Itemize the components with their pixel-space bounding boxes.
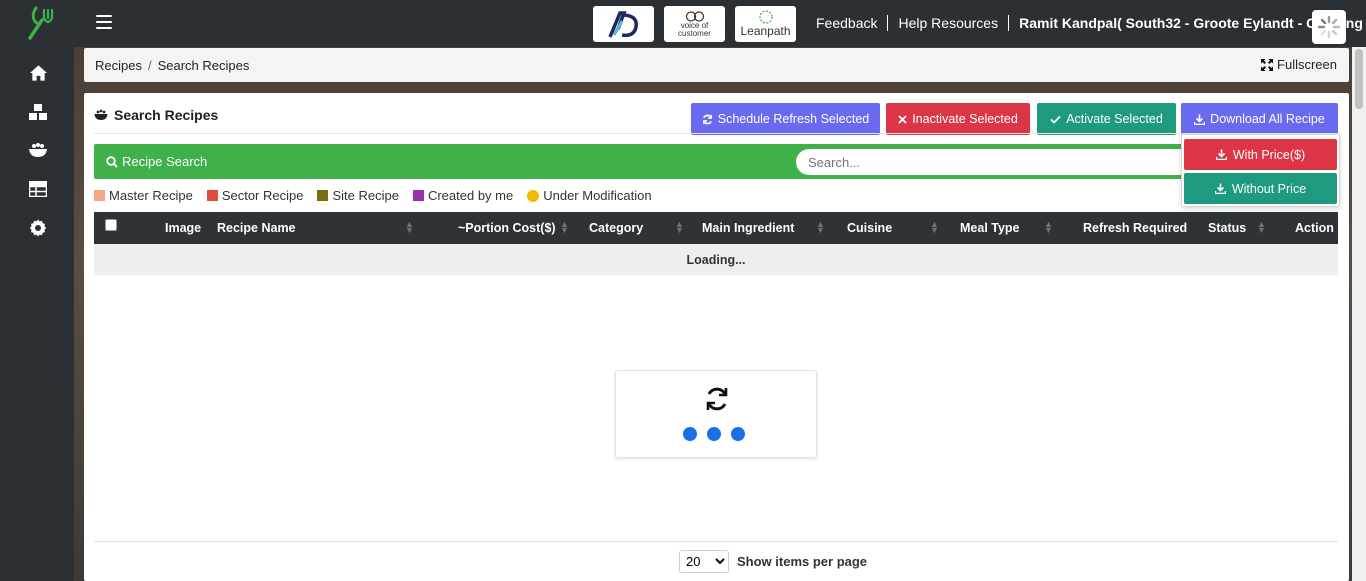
divider [1008, 15, 1010, 31]
download-all-recipe-button[interactable]: Download All Recipe [1181, 103, 1338, 135]
feedback-link[interactable]: Feedback [816, 15, 877, 31]
loading-dot [707, 427, 721, 441]
legend-label: Under Modification [543, 188, 652, 203]
divider [887, 15, 889, 31]
breadcrumb-recipes[interactable]: Recipes [95, 58, 142, 73]
legend-label: Site Recipe [332, 188, 399, 203]
recipe-legend: Master Recipe Sector Recipe Site Recipe … [94, 188, 666, 203]
header-links: Feedback Help Resources Ramit Kandpal( S… [816, 15, 1366, 31]
loading-dot [731, 427, 745, 441]
column-refresh-required: Refresh Required [1083, 221, 1188, 235]
pagination: 20 Show items per page [679, 550, 867, 573]
sort-icon[interactable]: ▲ ▼ [675, 220, 684, 235]
download-icon [1214, 183, 1226, 194]
column-main-ingredient[interactable]: Main Ingredient [702, 221, 794, 235]
with-price-label: With Price($) [1232, 147, 1306, 162]
refresh-icon [702, 114, 712, 124]
fullscreen-button[interactable]: Fullscreen [1261, 57, 1337, 72]
download-with-price-item[interactable]: With Price($) [1184, 139, 1337, 170]
sort-icon[interactable]: ▲ ▼ [930, 220, 939, 235]
page-title-text: Search Recipes [114, 107, 219, 123]
breadcrumb-current: Search Recipes [157, 57, 250, 73]
search-input[interactable] [796, 149, 1196, 175]
column-category[interactable]: Category [589, 221, 643, 235]
inactivate-label: Inactivate Selected [912, 112, 1018, 126]
legend-under-modification: Under Modification [527, 188, 652, 203]
table-loading-row: Loading... [94, 244, 1338, 275]
sort-icon[interactable]: ▲ ▼ [560, 220, 569, 235]
search-icon [106, 155, 118, 168]
legend-label: Created by me [427, 188, 514, 203]
legend-site-recipe: Site Recipe [317, 188, 399, 203]
bowl-icon[interactable] [26, 138, 50, 162]
page-scrollbar[interactable] [1352, 47, 1366, 581]
legend-master-recipe: Master Recipe [94, 188, 193, 203]
sync-icon [706, 387, 728, 411]
divider [94, 541, 1338, 542]
activate-selected-button[interactable]: Activate Selected [1037, 103, 1176, 135]
divider [94, 133, 1338, 134]
schedule-refresh-label: Schedule Refresh Selected [717, 112, 870, 126]
voice-of-customer-logo[interactable]: voice of customer [664, 6, 725, 42]
sort-icon[interactable]: ▲ ▼ [1044, 220, 1053, 235]
help-resources-link[interactable]: Help Resources [898, 15, 998, 31]
download-dropdown-menu: With Price($) Without Price [1181, 134, 1340, 207]
select-all-checkbox[interactable] [105, 219, 117, 231]
sort-icon[interactable]: ▲ ▼ [405, 220, 414, 235]
loading-overlay [615, 370, 817, 458]
sidebar [0, 0, 74, 581]
download-without-price-item[interactable]: Without Price [1184, 173, 1337, 204]
column-meal-type[interactable]: Meal Type [960, 221, 1020, 235]
home-icon[interactable] [26, 61, 50, 85]
column-portion-cost[interactable]: ~Portion Cost($) [458, 221, 556, 235]
boxes-icon[interactable] [26, 100, 50, 124]
column-status[interactable]: Status [1208, 221, 1246, 235]
page-title: Search Recipes [94, 107, 218, 123]
loading-dot [683, 427, 697, 441]
column-image: Image [165, 221, 202, 235]
search-recipes-panel: Search Recipes Schedule Refresh Selected… [84, 93, 1349, 581]
voc-line2: customer [678, 28, 711, 38]
top-navbar: voice of customer Leanpath Feedback Help… [74, 0, 1366, 47]
activate-label: Activate Selected [1066, 112, 1163, 126]
without-price-label: Without Price [1231, 181, 1307, 196]
sort-icon[interactable]: ▲ ▼ [816, 220, 825, 235]
download-icon [1194, 114, 1206, 125]
legend-label: Sector Recipe [221, 188, 304, 203]
fullscreen-label: Fullscreen [1277, 57, 1337, 72]
leanpath-text: Leanpath [740, 24, 791, 38]
ad-partner-logo[interactable] [593, 6, 654, 42]
items-per-page-select[interactable]: 20 [679, 550, 729, 573]
download-all-label: Download All Recipe [1210, 112, 1325, 126]
items-per-page-label: Show items per page [737, 554, 868, 569]
recipe-search-bar: Recipe Search [94, 144, 1338, 179]
fork-leaf-logo[interactable] [22, 4, 58, 40]
breadcrumb-separator: / [147, 57, 152, 73]
recipe-search-label: Recipe Search [106, 154, 207, 169]
check-icon [1050, 115, 1061, 124]
table-icon[interactable] [26, 177, 50, 201]
hamburger-menu-icon[interactable] [96, 15, 112, 29]
bowl-icon [94, 109, 108, 120]
column-cuisine[interactable]: Cuisine [847, 221, 892, 235]
expand-icon [1261, 58, 1274, 71]
sort-icon[interactable]: ▲ ▼ [1257, 220, 1266, 235]
recipe-table-header: Image Recipe Name ▲ ▼ ~Portion Cost($) ▲ ▼… [94, 212, 1338, 244]
close-icon [898, 114, 907, 124]
column-recipe-name[interactable]: Recipe Name [217, 221, 296, 235]
loading-dots [683, 427, 745, 441]
recipe-search-text: Recipe Search [122, 154, 208, 169]
column-action: Action [1295, 221, 1334, 235]
download-icon [1215, 149, 1227, 160]
leanpath-logo[interactable]: Leanpath [735, 6, 796, 42]
schedule-refresh-selected-button[interactable]: Schedule Refresh Selected [691, 103, 880, 135]
legend-label: Master Recipe [109, 188, 193, 203]
gear-icon[interactable] [26, 216, 50, 240]
inactivate-selected-button[interactable]: Inactivate Selected [886, 103, 1030, 135]
legend-sector-recipe: Sector Recipe [206, 188, 304, 203]
legend-created-by-me: Created by me [412, 188, 514, 203]
breadcrumb: Recipes / Search Recipes Fullscreen [84, 48, 1349, 82]
loading-spinner-icon [1312, 10, 1346, 44]
